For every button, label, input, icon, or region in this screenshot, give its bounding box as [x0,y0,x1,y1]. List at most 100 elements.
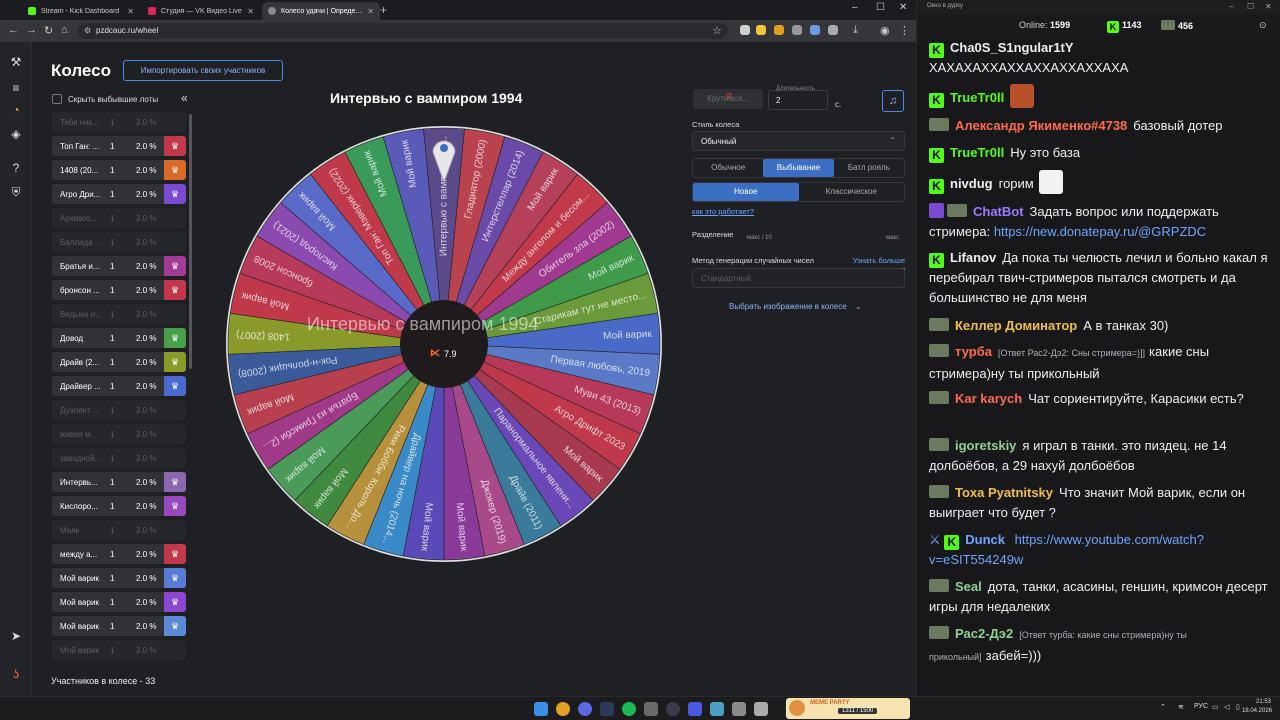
shield-icon[interactable]: ⛨ [8,184,24,200]
app-icon[interactable] [644,702,658,716]
tab-wheel[interactable]: Колесо удачи | Определите по ✕ [262,2,380,20]
remove-lot-icon[interactable]: ♛ [164,472,186,492]
extension-icon[interactable] [740,25,750,35]
download-icon[interactable]: ⤓ [853,24,858,37]
chat-username[interactable]: igoretskiy [955,438,1016,453]
chat-username[interactable]: Kar karych [955,391,1022,406]
tray-chevron-icon[interactable]: ⌃ [1160,703,1166,711]
lot-row[interactable]: Драйв (2... 1 2.0 % ♛ [52,352,186,372]
chat-username[interactable]: Toxa Pyatnitsky [955,485,1053,500]
lot-row[interactable]: Баллада ... 1 2.0 % [52,232,186,252]
checkbox-box[interactable] [52,94,62,104]
discord-icon[interactable] [578,702,592,716]
tab-variant-classic[interactable]: Классическое [799,183,905,201]
tab-variant-new[interactable]: Новое [693,183,799,201]
auction-hammer-icon[interactable]: ⚒ [8,54,24,70]
reload-icon[interactable]: ↻ [44,24,53,37]
app-icon[interactable] [732,702,746,716]
lot-row[interactable]: Довод 1 2.0 % ♛ [52,328,186,348]
remove-lot-icon[interactable]: ♛ [164,616,186,636]
lot-row[interactable]: Топ Ган: ... 1 2.0 % ♛ [52,136,186,156]
duration-input[interactable]: 2 [768,90,828,110]
volume-icon[interactable]: ◁ [1224,703,1229,711]
rng-more-link[interactable]: Узнать больше [853,256,905,265]
chrome-icon[interactable] [556,702,570,716]
telegram-icon[interactable]: ➤ [8,628,24,644]
lot-row[interactable]: Братья и... 1 2.0 % ♛ [52,256,186,276]
chat-username[interactable]: Lifanov [950,250,996,265]
minimize-icon[interactable]: – [852,2,858,13]
puzzle-icon[interactable] [828,25,838,35]
extension-icon[interactable] [792,25,802,35]
remove-lot-icon[interactable]: ♛ [164,256,186,276]
chat-username[interactable]: Александр Якименко#4738 [955,118,1127,133]
forward-icon[interactable]: → [26,24,37,36]
lot-row[interactable]: Дуэлянт ... 1 2.0 % [52,400,186,420]
home-icon[interactable]: ⌂ [61,24,68,36]
lot-row[interactable]: Интервь... 1 2.0 % ♛ [52,472,186,492]
wheel-style-select[interactable]: Обычный ⌃ [692,131,905,151]
start-icon[interactable] [534,702,548,716]
chat-username[interactable]: nivdug [950,176,993,191]
tab-mode-normal[interactable]: Обычное [693,159,763,177]
remove-lot-icon[interactable]: ♛ [164,352,186,372]
new-tab-icon[interactable]: + [380,3,387,17]
chat-username[interactable]: ChatBot [973,204,1024,219]
lot-row[interactable]: Архизсо... 1 2.0 % [52,208,186,228]
lot-row[interactable]: Мой варик 1 2.0 % ♛ [52,592,186,612]
chat-username[interactable]: Cha0S_S1ngular1tY [950,40,1074,55]
app-icon[interactable] [754,702,768,716]
lot-row[interactable]: Агро Дри... 1 2.0 % ♛ [52,184,186,204]
chat-link[interactable]: https://new.donatepay.ru/@GRPZDC [994,224,1206,239]
remove-lot-icon[interactable]: ♛ [164,544,186,564]
bookmark-star-icon[interactable]: ☆ [712,24,722,37]
lot-row[interactable]: живая м... 1 2.0 % [52,424,186,444]
prize-wheel[interactable]: Интервью с вампиром 1... Гладиатор (2000)… [222,122,666,566]
remove-lot-icon[interactable]: ♛ [164,592,186,612]
lang-indicator[interactable]: РУС [1194,703,1208,710]
close-tab-icon[interactable]: ✕ [127,7,134,16]
obs-icon[interactable] [666,702,680,716]
close-window-icon[interactable]: ✕ [1265,2,1272,11]
help-icon[interactable]: ? [8,160,24,176]
wheel-nav-icon[interactable]: ◔ [8,102,24,118]
chat-username[interactable]: Dunck [965,532,1005,547]
lot-row[interactable]: 1408 (20... 1 2.0 % ♛ [52,160,186,180]
maximize-icon[interactable]: ☐ [876,2,885,13]
lot-row[interactable]: Маяк 1 2.0 % [52,520,186,540]
extension-icon[interactable] [756,25,766,35]
tab-mode-battle-royale[interactable]: Батл рояль [834,159,904,177]
lot-row[interactable]: между а... 1 2.0 % ♛ [52,544,186,564]
chat-username[interactable]: Келлер Доминатор [955,318,1077,333]
lot-row[interactable]: Мой варик 1 2.0 % ♛ [52,616,186,636]
chat-username[interactable]: Рас2-Дэ2 [955,626,1013,641]
chat-username[interactable]: турба [955,344,992,359]
list-scrollbar[interactable] [189,114,192,369]
rng-select[interactable]: Стандартный [692,268,905,288]
remove-lot-icon[interactable]: ♛ [164,136,186,156]
remove-lot-icon[interactable]: ♛ [164,496,186,516]
hide-eliminated-checkbox[interactable]: Скрыть выбывшие лоты [52,94,158,104]
remove-lot-icon[interactable]: ♛ [164,280,186,300]
back-icon[interactable]: ← [8,24,19,36]
steam-icon[interactable] [600,702,614,716]
lot-row[interactable]: бронсон ... 1 2.0 % ♛ [52,280,186,300]
choose-image-button[interactable]: Выбрать изображение в колесе ⌄ [729,302,862,311]
lot-row[interactable]: Тебя ник... 1 2.0 % [52,112,186,132]
close-tab-icon[interactable]: ✕ [367,7,374,16]
menu-dots-icon[interactable]: ⋮ [899,24,910,37]
remove-lot-icon[interactable]: ♛ [164,568,186,588]
app-icon[interactable] [688,702,702,716]
spotify-icon[interactable] [622,702,636,716]
collapse-list-icon[interactable]: « [181,91,188,105]
lot-row[interactable]: Мой варик 1 2.0 % ♛ [52,568,186,588]
lot-row[interactable]: заводной... 1 2.0 % [52,448,186,468]
remove-lot-icon[interactable]: ♛ [164,160,186,180]
maximize-icon[interactable]: ☐ [1247,2,1254,11]
tab-kick-dashboard[interactable]: Stream - Kick Dashboard ✕ [22,2,140,20]
profile-icon[interactable]: ◉ [880,24,890,37]
music-button[interactable]: ♫ [882,90,904,112]
tab-vk-studio[interactable]: Студия — VK Видео Live ✕ [142,2,260,20]
chat-username[interactable]: TrueTr0ll [950,90,1004,105]
extension-icon[interactable] [774,25,784,35]
